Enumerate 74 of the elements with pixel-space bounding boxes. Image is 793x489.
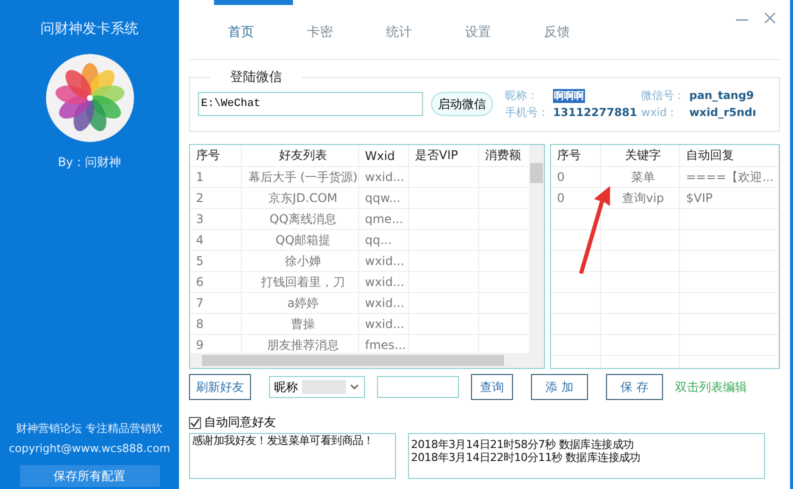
- table-cell: wxid...: [359, 271, 409, 292]
- footer-text: 财神营销论坛 专注精品营销软: [15, 421, 164, 437]
- column-header: 自动回复: [680, 145, 779, 166]
- field-label: 手机号：: [505, 105, 549, 120]
- vertical-scrollbar[interactable]: [529, 145, 544, 353]
- table-cell: wxid...: [359, 166, 409, 187]
- table-cell: QQ邮箱提: [242, 229, 359, 250]
- path-field[interactable]: E:\WeChat: [198, 92, 423, 116]
- auto-accept-checkbox[interactable]: 自动同意好友: [189, 414, 780, 431]
- table-cell: wxid...: [359, 313, 409, 334]
- save-button[interactable]: 保 存: [606, 374, 663, 400]
- table-cell: 4: [190, 229, 242, 250]
- column-header: 是否VIP: [409, 145, 479, 166]
- author-label: By：问财神: [58, 154, 122, 171]
- table-cell: 5: [190, 250, 242, 271]
- edit-hint: 双击列表编辑: [675, 378, 747, 396]
- close-icon[interactable]: [764, 12, 776, 24]
- footer-text: copyright@www.wcs888.com: [8, 441, 170, 457]
- chevron-down-icon: [350, 384, 359, 390]
- table-cell: 2: [190, 187, 242, 208]
- column-header: 关键字: [601, 145, 680, 166]
- column-header: 好友列表: [242, 145, 359, 166]
- field-label: wxid：: [641, 105, 679, 120]
- table-cell: 8: [190, 313, 242, 334]
- table-cell: qqw...: [359, 187, 409, 208]
- column-header: 序号: [190, 145, 242, 166]
- field-label: 微信号：: [641, 88, 686, 103]
- column-header: Wxid: [359, 145, 409, 166]
- start-wechat-button[interactable]: 启动微信: [431, 92, 493, 116]
- table-cell: 7: [190, 292, 242, 313]
- empty-cell: [551, 292, 601, 313]
- horizontal-scrollbar[interactable]: [190, 353, 544, 368]
- table-cell: qq...: [359, 229, 409, 250]
- query-button[interactable]: 查询: [471, 374, 513, 400]
- table-cell: 幕后大手 (一手货源): [242, 166, 359, 187]
- field-label: 昵称：: [505, 88, 539, 103]
- nav-tab[interactable]: 首页: [214, 0, 293, 60]
- table-cell: 徐小婵: [242, 250, 359, 271]
- log-output: 2018年3月14日21时58分7秒 数据库连接成功 2018年3月14日22时10分11秒 数据库连接成功: [408, 433, 765, 479]
- table-cell: wxid...: [359, 250, 409, 271]
- table-cell: a婷婷: [242, 292, 359, 313]
- table-cell: 3: [190, 208, 242, 229]
- table-cell: 1: [190, 166, 242, 187]
- wechat-id-value: pan_tang9: [689, 89, 755, 102]
- table-cell: $VIP: [680, 187, 779, 208]
- query-field[interactable]: [377, 376, 459, 398]
- table-cell: wxid...: [359, 292, 409, 313]
- table-cell: qme...: [359, 208, 409, 229]
- empty-cell: [551, 313, 601, 334]
- group-title: 登陆微信: [229, 69, 283, 86]
- nav-tab[interactable]: 设置: [451, 0, 530, 60]
- empty-cell: [551, 334, 601, 355]
- table-cell: 曹操: [242, 313, 359, 334]
- table-cell: 菜单: [601, 166, 680, 187]
- table-cell: 打钱回着里，刀: [242, 271, 359, 292]
- nav-tab[interactable]: 统计: [372, 0, 451, 60]
- nav-tab[interactable]: 反馈: [530, 0, 609, 60]
- greeting-message-field[interactable]: 感谢加我好友！发送菜单可看到商品！: [189, 433, 396, 479]
- table-cell: 京东JD.COM: [242, 187, 359, 208]
- table-cell: 0: [551, 166, 601, 187]
- table-cell: QQ离线消息: [242, 208, 359, 229]
- save-all-button[interactable]: 保存所有配置: [20, 465, 160, 487]
- flower-logo-icon: [44, 52, 136, 144]
- refresh-friends-button[interactable]: 刷新好友: [189, 374, 251, 400]
- nickname-value: 啊啊啊: [553, 88, 585, 102]
- filter-dropdown[interactable]: 昵称: [269, 376, 365, 398]
- app-title: 问财神发卡系统: [40, 20, 138, 38]
- wxid-value: wxid_r5ndı: [689, 106, 756, 119]
- add-button[interactable]: 添 加: [531, 374, 588, 400]
- column-header: 序号: [551, 145, 601, 166]
- nav-tab[interactable]: 卡密: [293, 0, 372, 60]
- phone-value: 13112277881: [553, 106, 638, 119]
- table-cell: 6: [190, 271, 242, 292]
- table-cell: ====【欢迎...: [680, 166, 779, 187]
